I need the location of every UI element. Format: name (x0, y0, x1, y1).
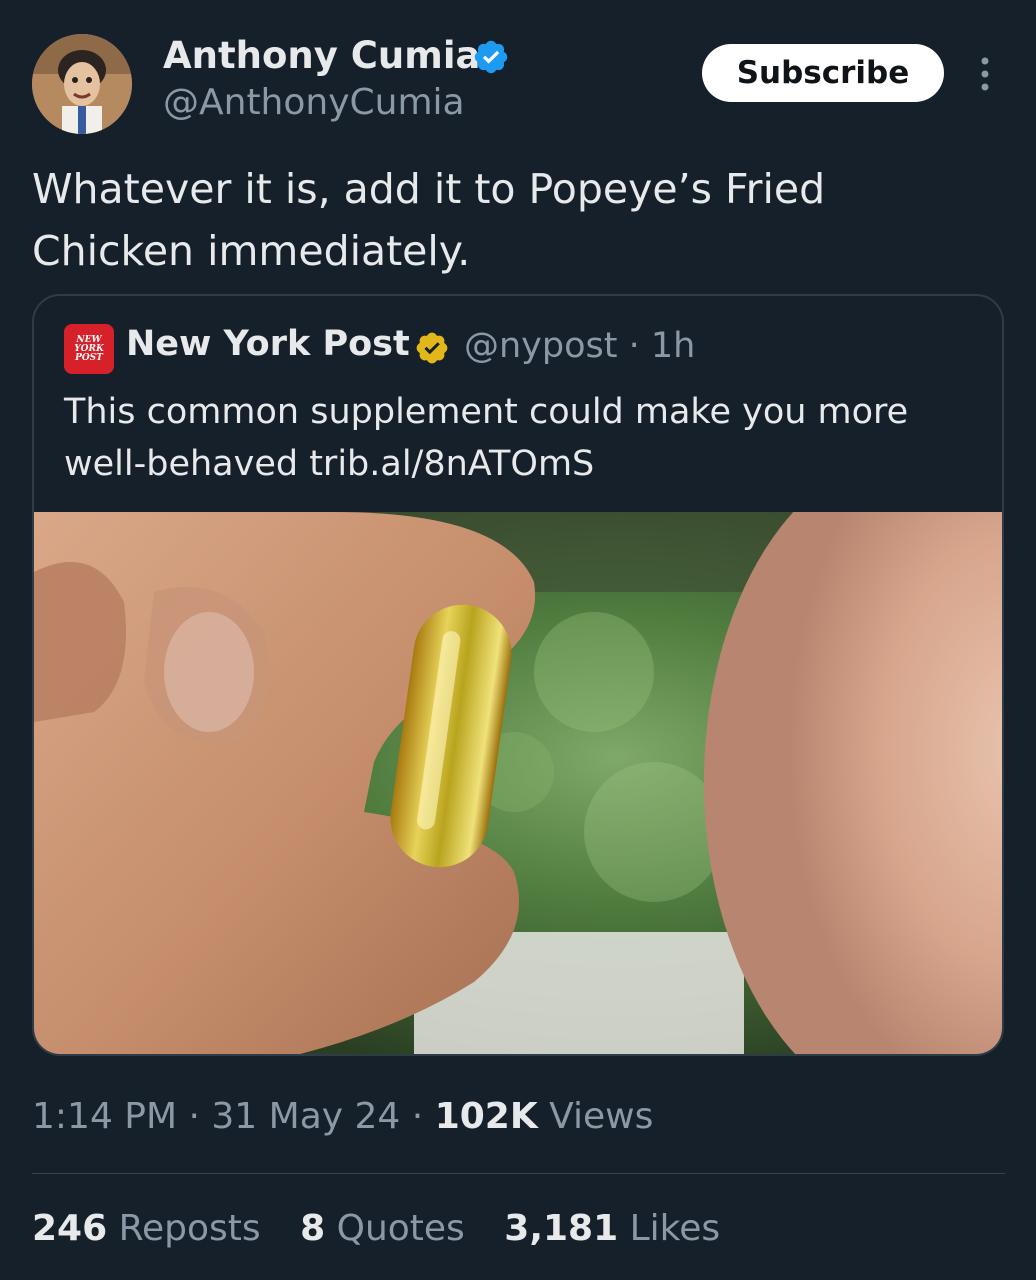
quoted-tweet-image[interactable] (34, 512, 1002, 1054)
subscribe-button[interactable]: Subscribe (702, 44, 944, 102)
views-count: 102K (434, 1096, 538, 1137)
quotes-label: Quotes (325, 1208, 465, 1249)
nypost-logo-text: NEW YORK POST (74, 334, 104, 363)
nypost-logo: NEW YORK POST (64, 324, 114, 374)
quotes-count: 8 (300, 1208, 326, 1249)
verified-org-badge-icon (416, 332, 448, 364)
quoted-tweet-text: This common supplement could make you mo… (64, 392, 909, 484)
meta-separator-1: · (177, 1096, 212, 1137)
reposts-count: 246 (32, 1208, 108, 1249)
meta-separator-2: · (400, 1096, 435, 1137)
tweet-time[interactable]: 1:14 PM (32, 1096, 177, 1137)
reposts-stat[interactable]: 246 Reposts (32, 1208, 261, 1249)
tweet-text: Whatever it is, add it to Popeye’s Fried… (32, 165, 826, 275)
quoted-handle: @nypost (464, 326, 618, 366)
quoted-age: 1h (650, 326, 696, 366)
quoted-tweet-card[interactable]: NEW YORK POST New York Post @nypost · 1h… (32, 294, 1004, 1056)
avatar-image (32, 34, 132, 134)
tweet-timestamp-row: 1:14 PM · 31 May 24 · 102K Views (32, 1096, 653, 1137)
likes-count: 3,181 (504, 1208, 619, 1249)
divider (32, 1173, 1005, 1174)
likes-label: Likes (618, 1208, 721, 1249)
tweet-date[interactable]: 31 May 24 (211, 1096, 400, 1137)
quoted-display-name: New York Post (126, 324, 410, 364)
views-label: Views (537, 1096, 654, 1137)
author-display-name[interactable]: Anthony Cumia (163, 34, 480, 77)
quoted-meta: @nypost · 1h (464, 326, 695, 366)
supplement-capsule-photo (34, 512, 1002, 1054)
likes-stat[interactable]: 3,181 Likes (504, 1208, 720, 1249)
quotes-stat[interactable]: 8 Quotes (300, 1208, 465, 1249)
author-avatar[interactable] (32, 34, 132, 134)
reposts-label: Reposts (107, 1208, 261, 1249)
more-options-icon[interactable] (972, 54, 998, 94)
verified-badge-icon (474, 40, 508, 74)
quoted-separator: · (617, 326, 651, 366)
engagement-stats: 246 Reposts 8 Quotes 3,181 Likes (32, 1208, 748, 1249)
author-handle[interactable]: @AnthonyCumia (163, 82, 465, 123)
